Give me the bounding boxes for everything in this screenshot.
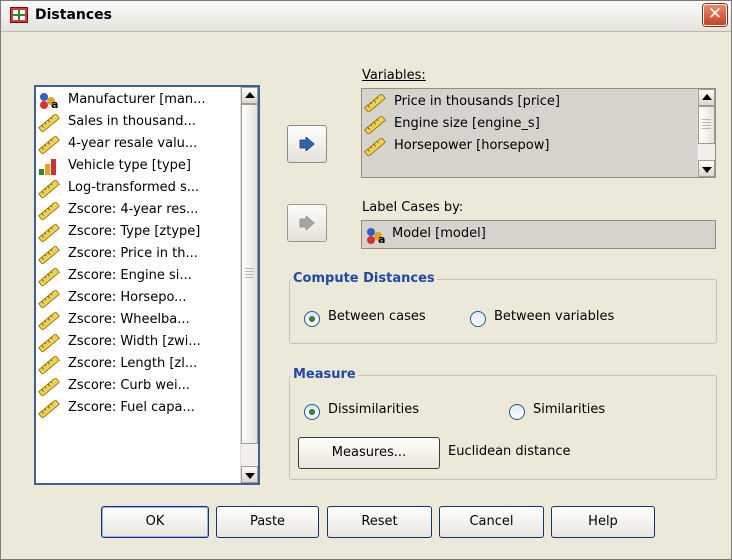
- list-item-label: Manufacturer [man...: [68, 92, 206, 107]
- arrow-right-icon: [299, 137, 315, 151]
- list-item-label: Zscore: Horsepo...: [68, 290, 187, 305]
- list-item-label: Sales in thousand...: [68, 114, 196, 129]
- scale-icon: [38, 245, 60, 265]
- scale-icon: [38, 311, 60, 331]
- scale-icon: [38, 223, 60, 243]
- scale-icon: [38, 201, 60, 221]
- measure-title: Measure: [291, 367, 358, 382]
- nominal-icon: a: [367, 228, 385, 245]
- between-variables-radio[interactable]: [470, 311, 486, 327]
- close-icon: ✕: [707, 4, 723, 24]
- compute-distances-title: Compute Distances: [291, 271, 437, 286]
- distances-dialog: Distances ✕ Zscore: Fuel capa... Zscore: …: [0, 0, 732, 560]
- scale-icon: [38, 355, 60, 375]
- title-bar: Distances ✕: [1, 1, 731, 32]
- close-button[interactable]: ✕: [703, 4, 727, 26]
- ok-button[interactable]: OK: [101, 506, 209, 538]
- list-item-label: Zscore: Width [zwi...: [68, 334, 201, 349]
- scale-icon: [364, 115, 386, 135]
- scale-icon: [364, 93, 386, 113]
- list-item-label: Zscore: Curb wei...: [68, 378, 191, 393]
- grip-icon: [702, 119, 711, 131]
- move-to-variables-button[interactable]: [287, 125, 327, 163]
- label-cases-label: Label Cases by:: [362, 200, 464, 215]
- list-item-label: Zscore: Engine si...: [68, 268, 192, 283]
- source-variable-list[interactable]: Zscore: Fuel capa... Zscore: Curb wei... Z…: [34, 85, 260, 485]
- scale-icon: [38, 377, 60, 397]
- list-item-label: Zscore: Wheelba...: [68, 312, 190, 327]
- variables-list[interactable]: Horsepower [horsepow] Engine size [engine…: [361, 88, 716, 178]
- cancel-button[interactable]: Cancel: [439, 506, 544, 538]
- grip-icon: [245, 268, 254, 280]
- list-item-label: Horsepower [horsepow]: [394, 138, 550, 153]
- measures-button[interactable]: Measures...: [298, 437, 440, 469]
- scale-icon: [38, 289, 60, 309]
- scale-icon: [38, 267, 60, 287]
- scroll-up-button[interactable]: [241, 87, 258, 104]
- variables-list-scrollbar[interactable]: [697, 89, 715, 177]
- app-icon: [10, 7, 28, 23]
- scale-icon: [38, 333, 60, 353]
- scale-icon: [38, 399, 60, 419]
- move-to-label-cases-button[interactable]: [287, 204, 327, 242]
- chevron-up-icon: [245, 92, 255, 98]
- reset-button[interactable]: Reset: [327, 506, 432, 538]
- scale-icon: [38, 135, 60, 155]
- svg-text:a: a: [51, 98, 58, 110]
- scroll-thumb[interactable]: [241, 104, 258, 444]
- chevron-down-icon: [702, 167, 712, 173]
- scale-icon: [38, 179, 60, 199]
- list-item-label: 4-year resale valu...: [68, 136, 198, 151]
- label-cases-value: Model [model]: [392, 226, 486, 241]
- label-cases-field[interactable]: a Model [model]: [361, 220, 716, 249]
- svg-text:a: a: [378, 233, 385, 245]
- current-measure-text: Euclidean distance: [448, 444, 571, 459]
- source-list-scrollbar[interactable]: [240, 87, 258, 483]
- variables-label: Variables:: [362, 68, 426, 83]
- help-button[interactable]: Help: [551, 506, 655, 538]
- scroll-down-button[interactable]: [241, 466, 258, 483]
- between-variables-label[interactable]: Between variables: [494, 309, 614, 324]
- scale-icon: [38, 113, 60, 133]
- scroll-thumb[interactable]: [698, 106, 715, 144]
- paste-button[interactable]: Paste: [216, 506, 319, 538]
- list-item-label: Engine size [engine_s]: [394, 116, 540, 131]
- list-item-label: Log-transformed s...: [68, 180, 200, 195]
- measure-group: Measure Dissimilarities Similarities Mea…: [289, 367, 717, 480]
- dissimilarities-radio[interactable]: [304, 404, 320, 420]
- scroll-up-button[interactable]: [698, 89, 715, 106]
- list-item-label: Price in thousands [price]: [394, 94, 560, 109]
- between-cases-label[interactable]: Between cases: [328, 309, 426, 324]
- similarities-label[interactable]: Similarities: [533, 402, 605, 417]
- chevron-up-icon: [702, 94, 712, 100]
- chevron-down-icon: [245, 473, 255, 479]
- ordinal-icon: [38, 158, 58, 175]
- list-item-label: Zscore: 4-year res...: [68, 202, 199, 217]
- arrow-right-icon: [299, 216, 315, 230]
- list-item-label: Zscore: Type [ztype]: [68, 224, 201, 239]
- scroll-down-button[interactable]: [698, 160, 715, 177]
- list-item-label: Zscore: Length [zl...: [68, 356, 198, 371]
- between-cases-radio[interactable]: [304, 311, 320, 327]
- scale-icon: [364, 137, 386, 157]
- list-item-label: Zscore: Price in th...: [68, 246, 198, 261]
- list-item-label: Zscore: Fuel capa...: [68, 400, 195, 415]
- nominal-icon: a: [38, 92, 58, 111]
- list-item-label: Vehicle type [type]: [68, 158, 191, 173]
- compute-distances-group: Compute Distances Between cases Between …: [289, 271, 717, 344]
- window-title: Distances: [35, 7, 112, 23]
- similarities-radio[interactable]: [509, 404, 525, 420]
- dissimilarities-label[interactable]: Dissimilarities: [328, 402, 419, 417]
